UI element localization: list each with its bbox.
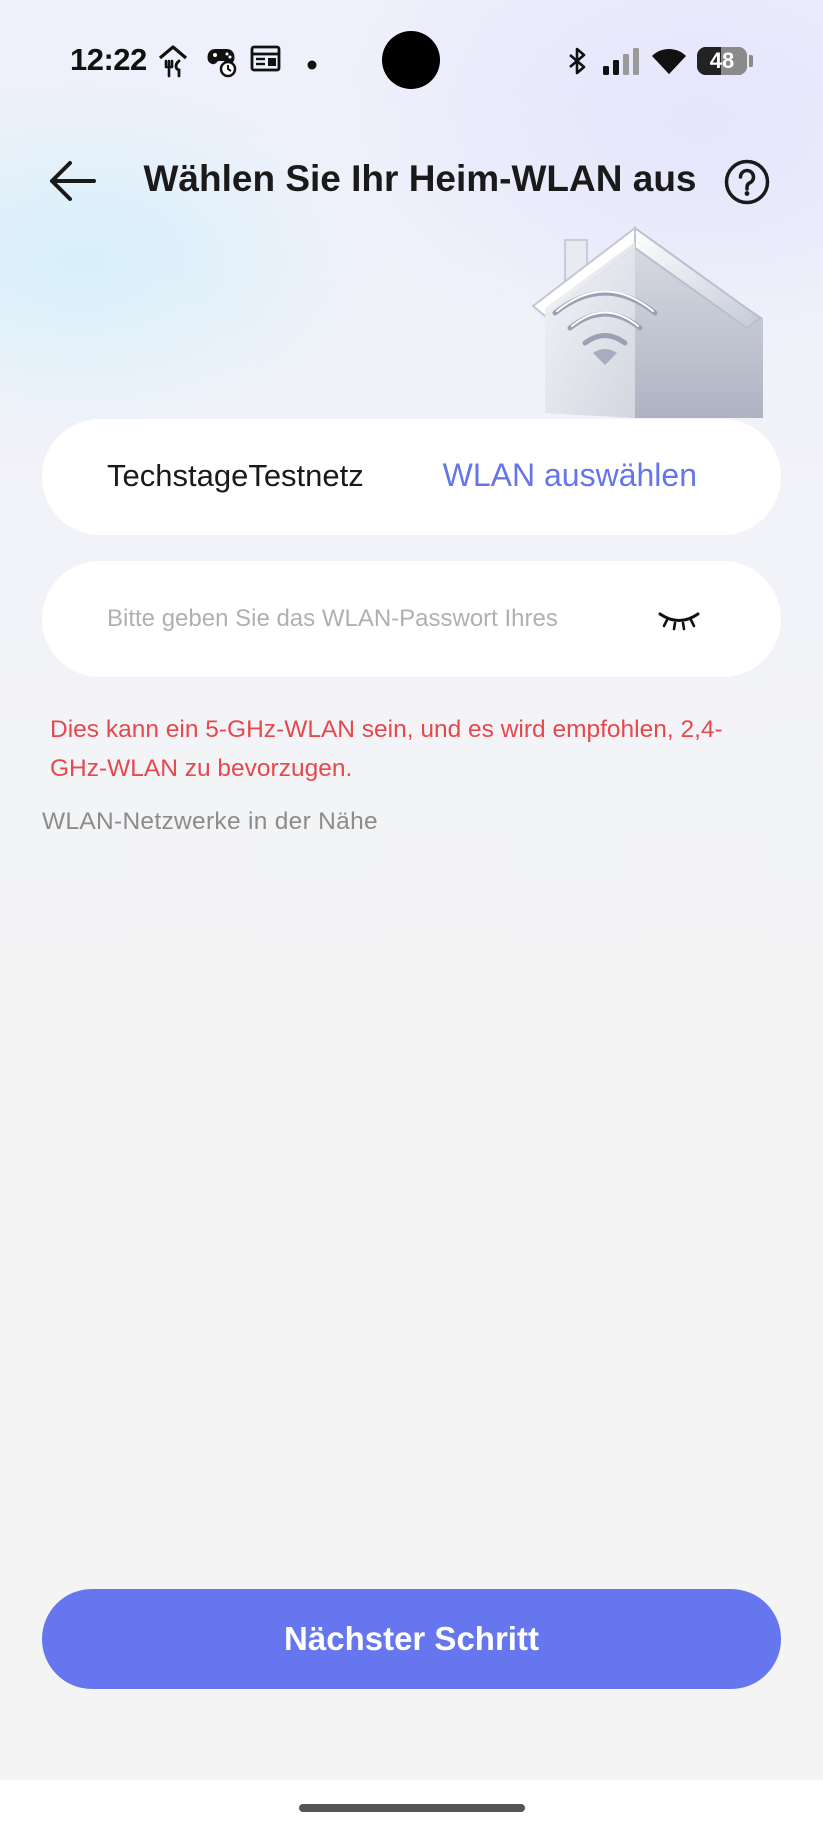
eye-closed-icon	[658, 612, 700, 631]
battery-level: 48	[709, 48, 735, 73]
wifi-ssid: TechstageTestnetz	[107, 458, 364, 493]
next-step-button[interactable]: Nächster Schritt	[42, 1589, 781, 1689]
select-wifi-link[interactable]: WLAN auswählen	[443, 457, 697, 494]
battery-icon: 48	[697, 47, 747, 75]
wifi-selection-card: TechstageTestnetz WLAN auswählen	[42, 419, 781, 535]
food-delivery-icon	[157, 44, 189, 83]
home-indicator[interactable]	[299, 1804, 525, 1812]
frequency-warning: Dies kann ein 5-GHz-WLAN sein, und es wi…	[50, 716, 723, 782]
wifi-icon	[651, 46, 687, 81]
navigation-bar	[0, 1780, 823, 1831]
gamepad-alarm-icon	[204, 44, 238, 83]
wifi-password-input[interactable]	[107, 589, 627, 649]
battery-tip	[749, 55, 753, 67]
password-card	[42, 561, 781, 677]
page-title: Wählen Sie Ihr Heim-WLAN aus	[143, 158, 697, 199]
bluetooth-icon	[566, 46, 590, 81]
help-button[interactable]	[724, 159, 770, 205]
front-camera	[382, 31, 440, 89]
house-wifi-icon	[515, 218, 780, 423]
notification-dot-icon	[307, 57, 317, 75]
news-icon	[250, 44, 282, 79]
signal-icon	[602, 46, 640, 81]
status-bar: 12:22 48	[0, 0, 823, 120]
question-circle-icon	[724, 159, 770, 205]
password-visibility-toggle[interactable]	[654, 601, 704, 637]
nearby-networks-label: WLAN-Netzwerke in der Nähe	[42, 808, 378, 835]
status-time: 12:22	[70, 42, 147, 77]
back-button[interactable]	[46, 156, 102, 206]
arrow-left-icon	[50, 161, 96, 201]
